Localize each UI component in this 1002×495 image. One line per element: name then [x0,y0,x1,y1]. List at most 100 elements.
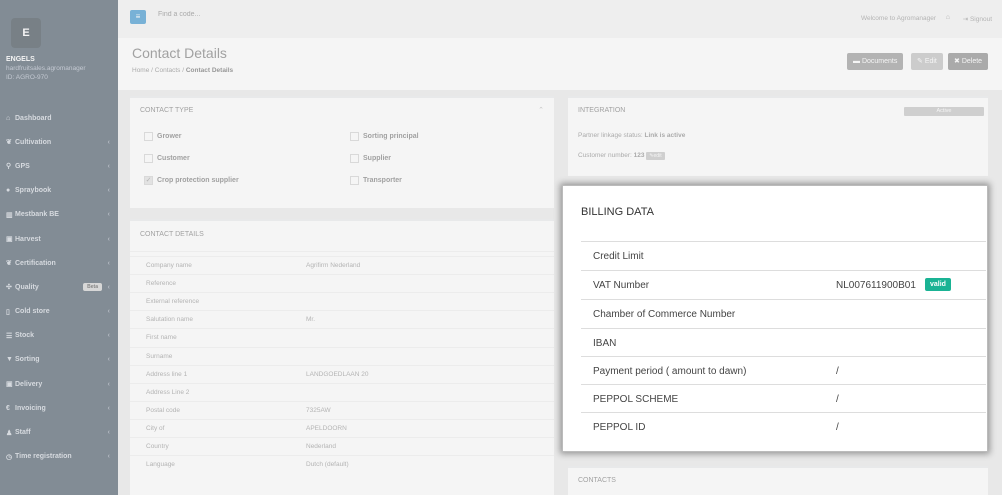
billing-title: BILLING DATA [581,206,654,218]
table-row: First name [130,328,554,346]
transporter-checkbox[interactable] [350,176,359,185]
sidebar-item-mestbank[interactable]: ▥ Mestbank BE ‹ [0,203,118,227]
grower-checkbox[interactable] [144,132,153,141]
breadcrumb: Home / Contacts / Contact Details [132,67,234,74]
sidebar-item-label: Cold store [15,308,50,316]
signout-icon: ⇥ [962,16,970,23]
user-name[interactable]: ENGELS [6,56,35,63]
page-title: Contact Details [132,45,227,61]
billing-row-payment-period: Payment period ( amount to dawn) / [581,356,986,385]
billing-row-credit-limit: Credit Limit [581,241,986,270]
customer-number-value: 123 [633,152,645,159]
home-icon[interactable]: ⌂ [946,14,950,21]
detail-label: Postal code [146,406,180,414]
integration-panel: INTEGRATION Active Partner linkage statu… [568,96,988,176]
chevron-left-icon: ‹ [107,283,110,291]
truck-icon: ▣ [6,381,13,389]
cold-store-icon: ▯ [6,308,10,316]
checkbox-label: Crop protection supplier [157,177,239,184]
clock-icon: ◷ [6,453,13,461]
detail-value: Agrifirm Nederland [306,262,361,269]
linkage-label: Partner linkage status: [578,132,643,139]
sidebar-item-invoicing[interactable]: € Invoicing ‹ [0,396,118,420]
customer-number-edit-button[interactable]: ✎edit [646,152,665,160]
user-id: ID: AGRO-970 [6,74,48,81]
detail-label: Reference [146,280,176,288]
delete-button[interactable]: ✖ Delete [948,53,989,70]
sidebar-item-label: Delivery [15,380,43,388]
sidebar-item-cultivation[interactable]: ❦ Cultivation ‹ [0,130,118,154]
welcome-text: Welcome to Agromanager [860,15,936,22]
sidebar-item-label: Stock [15,332,35,340]
chevron-left-icon: ‹ [107,259,110,267]
folder-icon: ▬ [853,58,862,65]
panel-title: CONTACT DETAILS [140,231,204,238]
documents-label: Documents [861,58,898,65]
crop-protection-supplier-checkbox[interactable]: ✓ [144,176,153,185]
map-marker-icon: ⚲ [6,163,12,171]
checkbox-label: Grower [157,133,182,140]
sidebar-item-label: Dashboard [15,114,52,122]
sidebar-item-sorting[interactable]: ▼ Sorting ‹ [0,348,118,372]
sidebar-item-delivery[interactable]: ▣ Delivery ‹ [0,372,118,396]
billing-label: VAT Number [593,280,650,291]
contact-details-panel: CONTACT DETAILS Company name Agrifirm Ned… [130,219,554,495]
sidebar-item-label: Time registration [15,453,72,461]
billing-row-peppol-id: PEPPOL ID / [581,412,986,441]
sidebar: E ENGELS hardfruitsales.agromanager ID: … [0,0,118,495]
breadcrumb-home[interactable]: Home [132,67,149,74]
table-row: Address Line 2 [130,382,554,401]
linkage-status: Partner linkage status: Link is active [578,132,685,139]
search-input[interactable] [158,11,358,18]
detail-label: Country [146,443,169,450]
sidebar-item-label: Harvest [15,235,41,243]
sidebar-item-certification[interactable]: ❦ Certification ‹ [0,251,118,275]
delete-label: Delete [961,58,983,65]
billing-value: / [836,366,839,377]
detail-label: Company name [146,262,192,269]
sidebar-item-time-registration[interactable]: ◷ Time registration ‹ [0,445,118,469]
pencil-icon: ✎ [917,58,925,65]
table-row: Language Dutch (default) [130,455,554,473]
supplier-checkbox[interactable] [350,154,359,163]
sidebar-item-spraybook[interactable]: ● Spraybook ‹ [0,179,118,203]
chevron-left-icon: ‹ [107,138,110,146]
sidebar-item-gps[interactable]: ⚲ GPS ‹ [0,154,118,178]
user-icon: ♟ [6,429,13,437]
euro-icon: € [6,404,10,412]
sidebar-item-cold-store[interactable]: ▯ Cold store ‹ [0,300,118,324]
breadcrumb-contacts[interactable]: Contacts [155,67,181,74]
billing-row-vat-number: VAT Number NL007611900B01 valid [581,270,986,299]
detail-label: Salutation name [146,316,193,324]
valid-badge: valid [925,278,951,291]
chevron-up-icon[interactable]: ⌃ [538,106,544,114]
sidebar-item-staff[interactable]: ♟ Staff ‹ [0,420,118,444]
sidebar-item-quality[interactable]: ✣ Quality Beta ‹ [0,275,118,299]
customer-checkbox[interactable] [144,154,153,163]
detail-label: First name [146,334,177,342]
beta-badge: Beta [83,283,102,292]
sidebar-item-harvest[interactable]: ▣ Harvest ‹ [0,227,118,251]
billing-label: IBAN [593,338,617,349]
signout-link[interactable]: ⇥ Signout [963,15,992,23]
documents-button[interactable]: ▬ Documents [847,53,904,70]
checkbox-label: Sorting principal [363,133,419,140]
leaf-icon: ❦ [6,139,12,147]
billing-data-panel: BILLING DATA Credit Limit VAT Number NL0… [562,185,988,452]
sidebar-item-label: Spraybook [15,187,52,195]
billing-value: / [836,394,839,405]
chevron-left-icon: ‹ [107,235,110,243]
detail-value: Nederland [306,443,336,450]
divider [130,251,554,252]
detail-label: Language [146,461,175,469]
sorting-principal-checkbox[interactable] [350,132,359,141]
customer-number-label: Customer number: [578,152,632,159]
menu-toggle-button[interactable]: ≡ [130,10,146,24]
panel-title: INTEGRATION [578,107,626,114]
sidebar-item-dashboard[interactable]: ⌂ Dashboard [0,106,118,130]
sidebar-item-stock[interactable]: ☰ Stock ‹ [0,324,118,348]
table-row: Postal code 7325AW [130,400,554,419]
chevron-left-icon: ‹ [107,308,110,316]
edit-button[interactable]: ✎ Edit [911,53,943,70]
billing-label: Credit Limit [593,251,644,262]
